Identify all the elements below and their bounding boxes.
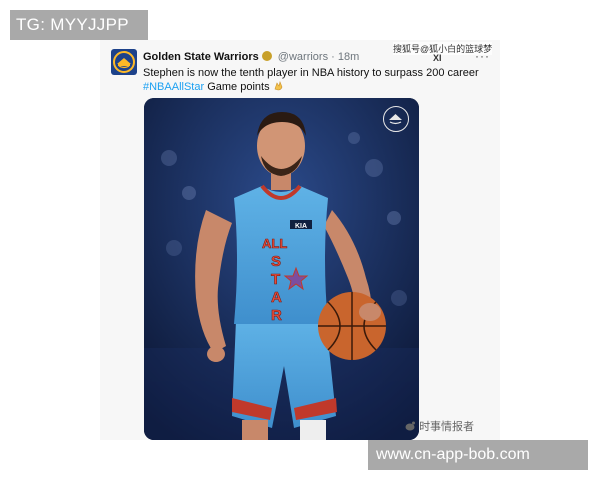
jersey-letters-all: ALL: [262, 236, 287, 251]
warriors-logo-icon: [113, 51, 135, 73]
jersey-letter-t: T: [271, 271, 280, 288]
author-handle[interactable]: @warriors: [278, 51, 328, 63]
jersey-letter-a: A: [271, 289, 282, 306]
tweet-header: Golden State Warriors @warriors · 18m: [143, 51, 359, 63]
tweet-body: Stephen is now the tenth player in NBA h…: [143, 67, 479, 79]
sponsor-logo: KIA: [295, 223, 307, 230]
weibo-watermark: 时事情报者: [405, 418, 474, 434]
tweet-photo[interactable]: ALL S T A R KIA: [144, 98, 419, 440]
tweet-timestamp[interactable]: 18m: [338, 51, 359, 63]
verified-badge-icon: [261, 51, 272, 61]
sohu-watermark: 搜狐号@狐小白的篮球梦: [393, 42, 493, 55]
weibo-icon: [405, 421, 419, 433]
header-separator: ·: [331, 51, 335, 63]
jersey-letter-r: R: [271, 307, 282, 324]
site-url-badge: www.cn-app-bob.com: [368, 440, 588, 470]
tweet-body-tail: Game points: [207, 81, 270, 93]
sohu-watermark-sub: XI: [433, 53, 442, 63]
author-name[interactable]: Golden State Warriors: [143, 51, 259, 63]
warriors-avatar[interactable]: [111, 49, 137, 75]
telegram-id-badge: TG: MYYJJPP: [10, 10, 148, 40]
tweet-text: Stephen is now the tenth player in NBA h…: [143, 67, 483, 94]
warriors-watermark-icon: [383, 106, 409, 132]
hashtag-link[interactable]: #NBAAllStar: [143, 81, 204, 93]
weibo-watermark-text: 时事情报者: [419, 421, 475, 433]
jersey-letter-s: S: [271, 253, 281, 270]
tweet-card[interactable]: Golden State Warriors @warriors · 18m ··…: [100, 40, 500, 440]
clapping-hands-icon: [273, 81, 284, 93]
player-photo-illustration: ALL S T A R KIA: [144, 98, 419, 440]
